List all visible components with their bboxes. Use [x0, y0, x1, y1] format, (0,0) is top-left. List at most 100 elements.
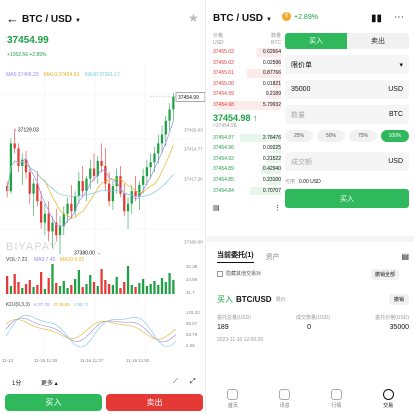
chart-toggle-icon[interactable]: ▮▮ [371, 13, 382, 24]
ask-price: 37455.01 [213, 70, 234, 77]
kdj-axis-label: 2.55 [186, 343, 195, 348]
last-price: 37454.99 [7, 35, 49, 46]
candle-body [130, 191, 133, 204]
buy-button[interactable]: 买入 [5, 394, 102, 411]
ask-row[interactable]: 37454.98 5.79932 [213, 100, 281, 111]
depth-toggle-icon[interactable]: ▤ [213, 204, 220, 212]
candle-body [100, 160, 103, 166]
ask-row[interactable]: 37455.00 0.01821 [213, 79, 281, 90]
volume-bar [32, 287, 35, 294]
order-form: 买入 卖出 限价单 ▾ 35000 USD 数量 BTC 25% 50% 75%… [285, 33, 409, 208]
bid-row[interactable]: 37454.84 0.70707 [213, 186, 281, 197]
ask-row[interactable]: 37455.03 0.62664 [213, 47, 281, 58]
price-unit: USD [388, 86, 403, 93]
vol-axis-label: 31.7 [186, 290, 195, 295]
ma5-label: MA5:37466.23 [6, 72, 39, 78]
volume-bar [138, 283, 141, 294]
bid-qty: 0.21522 [262, 155, 281, 162]
kdj-axis-label: 129.33 [186, 310, 200, 315]
bid-row[interactable]: 37454.89 0.42940 [213, 164, 281, 175]
volume-bar [85, 284, 88, 294]
bids-list: 37454.97 2.76476 37454.96 0.09225 37454.92 0.… [213, 133, 281, 197]
order-time: 2023-11-16 12:00:20 [217, 337, 264, 343]
order-kind: 限价 [275, 297, 286, 303]
order-type-select[interactable]: 限价单 ▾ [285, 55, 409, 74]
nav-news-label: 讯息 [279, 403, 290, 409]
asks-list: 37455.03 0.62664 37455.02 0.02596 37455.01 0.… [213, 47, 281, 111]
fullscreen-icon[interactable]: ⤢ [190, 378, 196, 386]
pct-75-button[interactable]: 75% [349, 130, 377, 142]
cancel-order-button[interactable]: 撤销 [388, 294, 409, 305]
pair-selector[interactable]: BTC / USD ▼ [213, 13, 272, 24]
more-icon[interactable]: ⋯ [394, 12, 404, 23]
nav-news[interactable]: 讯息 [259, 384, 311, 414]
bid-qty: 0.42940 [262, 166, 281, 173]
order-side: 买入 [217, 295, 233, 304]
nav-markets-label: 行情 [331, 403, 342, 409]
ask-row[interactable]: 37455.01 0.87766 [213, 68, 281, 79]
pair-label: BTC / USD [22, 14, 72, 25]
order-filled-label: 成交数量(USD) [296, 315, 330, 321]
bid-row[interactable]: 37454.96 0.09225 [213, 143, 281, 154]
quantity-field[interactable]: 数量 BTC [285, 105, 409, 124]
vol-ma5-label: MA5:7.45 [34, 257, 56, 263]
candle-body [134, 191, 137, 197]
pct-25-button[interactable]: 25% [285, 130, 313, 142]
nav-trade[interactable]: 交易 [362, 384, 414, 414]
candlestick-chart[interactable]: BIYAPAY ↑ 37129.03 37380.00 → 37454.99 37429… [0, 64, 206, 370]
interval-selector[interactable]: 1分 [12, 378, 21, 387]
volume-bar [104, 280, 107, 294]
candle-body [153, 153, 156, 163]
order-qty: 189 [217, 324, 229, 331]
pair-selector[interactable]: BTC / USD ▼ [22, 14, 81, 25]
price-axis-label: 37417.26 [184, 177, 203, 182]
sell-button[interactable]: 卖出 [106, 394, 203, 411]
ask-row[interactable]: 37454.99 0.2189 [213, 89, 281, 100]
place-buy-button[interactable]: 买入 [285, 189, 409, 208]
candle-body [108, 183, 111, 202]
tab-assets[interactable]: 资产 [266, 252, 280, 262]
precision-icon[interactable]: ⋮ [274, 204, 281, 212]
mid-price: 37454.98 ↑ [213, 112, 258, 123]
orders-history-icon[interactable]: ▤ [401, 252, 409, 261]
bid-price: 37454.97 [213, 134, 234, 141]
tab-sell[interactable]: 卖出 [347, 33, 409, 49]
volume-bar [66, 288, 69, 294]
coin-badge-icon: 8 [282, 12, 291, 21]
cancel-all-button[interactable]: 撤销全部 [371, 269, 400, 280]
percent-selector: 25% 50% 75% 100% [285, 130, 409, 142]
vol-ma10-label: MA10:6.92 [60, 257, 84, 263]
indicator-icon[interactable]: ⟋ [173, 378, 178, 386]
time-label: 11-16 11:50 [126, 358, 150, 363]
bid-row[interactable]: 37454.97 2.76476 [213, 133, 281, 144]
price-axis-label: 37429.03 [184, 128, 203, 133]
trade-icon [382, 389, 394, 400]
volume-bar [89, 275, 92, 294]
nav-home[interactable]: 首页 [207, 384, 259, 414]
volume-bar [9, 286, 13, 294]
tab-open-orders[interactable]: 当前委托(1) [217, 250, 254, 263]
candle-body [160, 134, 164, 144]
star-icon[interactable]: ★ [188, 11, 199, 25]
pct-100-button[interactable]: 100% [381, 130, 409, 142]
pct-50-button[interactable]: 50% [317, 130, 345, 142]
volume-bar [13, 274, 16, 294]
tab-buy[interactable]: 买入 [285, 33, 347, 49]
volume-bar [74, 279, 77, 294]
more-menu[interactable]: 更多 ▴ [41, 378, 58, 387]
bid-row[interactable]: 37454.92 0.21522 [213, 154, 281, 165]
checkbox-icon [217, 270, 223, 277]
amount-field[interactable]: 成交额 USD [285, 152, 409, 171]
hide-others-checkbox[interactable]: 隐藏其他交易对 [217, 270, 261, 277]
back-arrow-icon[interactable]: ← [6, 11, 19, 26]
kdj-label: KDJ(9,3,3) [6, 302, 30, 308]
volume-bar [142, 279, 145, 294]
ask-price: 37455.00 [213, 80, 234, 87]
nav-markets[interactable]: 行情 [311, 384, 363, 414]
ask-row[interactable]: 37455.02 0.02596 [213, 58, 281, 69]
price-field[interactable]: 35000 USD [285, 80, 409, 99]
candle-body [36, 183, 39, 202]
volume-bar [153, 281, 156, 294]
bid-row[interactable]: 37454.85 0.23100 [213, 175, 281, 186]
order-card: 买入 BTC/USD 限价 撤销 委托总量(USD) 成交数量(USD) 委托价… [217, 294, 409, 343]
